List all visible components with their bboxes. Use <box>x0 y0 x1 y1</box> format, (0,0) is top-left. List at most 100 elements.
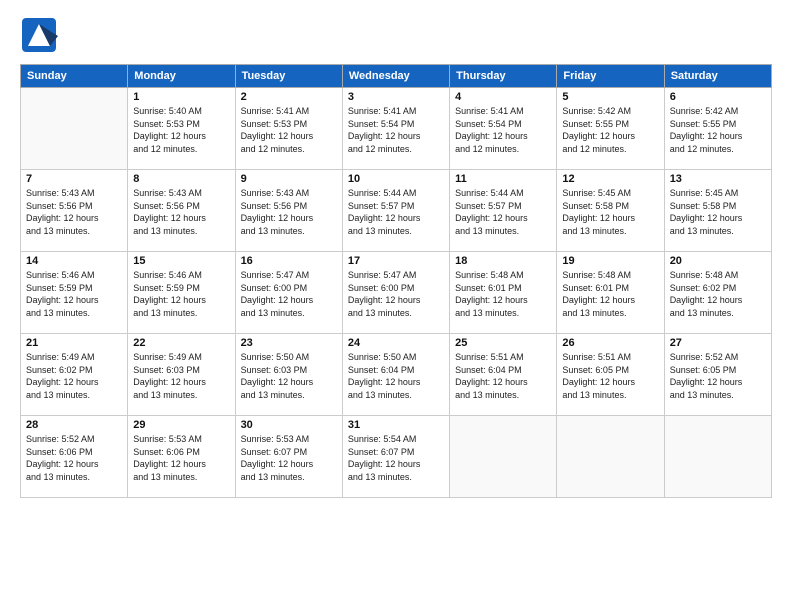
weekday-header-monday: Monday <box>128 65 235 88</box>
day-info: Sunrise: 5:49 AM Sunset: 6:02 PM Dayligh… <box>26 351 122 401</box>
weekday-header-wednesday: Wednesday <box>342 65 449 88</box>
day-info: Sunrise: 5:41 AM Sunset: 5:53 PM Dayligh… <box>241 105 337 155</box>
calendar-cell: 19 Sunrise: 5:48 AM Sunset: 6:01 PM Dayli… <box>557 252 664 334</box>
calendar-cell <box>557 416 664 498</box>
calendar-cell: 4 Sunrise: 5:41 AM Sunset: 5:54 PM Daylig… <box>450 88 557 170</box>
calendar-table: SundayMondayTuesdayWednesdayThursdayFrid… <box>20 64 772 498</box>
calendar-cell: 14 Sunrise: 5:46 AM Sunset: 5:59 PM Dayli… <box>21 252 128 334</box>
day-number: 5 <box>562 91 658 103</box>
calendar-cell: 25Sunrise: 5:51 AM Sunset: 6:04 PM Dayli… <box>450 334 557 416</box>
page-container: SundayMondayTuesdayWednesdayThursdayFrid… <box>0 0 792 508</box>
day-info: Sunrise: 5:41 AM Sunset: 5:54 PM Dayligh… <box>348 105 444 155</box>
calendar-cell: 18 Sunrise: 5:48 AM Sunset: 6:01 PM Dayli… <box>450 252 557 334</box>
day-info: Sunrise: 5:48 AM Sunset: 6:02 PM Dayligh… <box>670 269 766 319</box>
calendar-cell: 16 Sunrise: 5:47 AM Sunset: 6:00 PM Dayli… <box>235 252 342 334</box>
logo <box>20 16 62 54</box>
calendar-cell: 20 Sunrise: 5:48 AM Sunset: 6:02 PM Dayli… <box>664 252 771 334</box>
day-number: 3 <box>348 91 444 103</box>
logo-icon <box>20 16 58 54</box>
day-info: Sunrise: 5:47 AM Sunset: 6:00 PM Dayligh… <box>241 269 337 319</box>
day-number: 14 <box>26 255 122 267</box>
day-info: Sunrise: 5:48 AM Sunset: 6:01 PM Dayligh… <box>562 269 658 319</box>
calendar-cell: 29 Sunrise: 5:53 AM Sunset: 6:06 PM Dayli… <box>128 416 235 498</box>
day-info: Sunrise: 5:52 AM Sunset: 6:06 PM Dayligh… <box>26 433 122 483</box>
day-number: 16 <box>241 255 337 267</box>
weekday-header-row: SundayMondayTuesdayWednesdayThursdayFrid… <box>21 65 772 88</box>
weekday-header-thursday: Thursday <box>450 65 557 88</box>
calendar-cell: 11Sunrise: 5:44 AM Sunset: 5:57 PM Dayli… <box>450 170 557 252</box>
day-info: Sunrise: 5:47 AM Sunset: 6:00 PM Dayligh… <box>348 269 444 319</box>
day-info: Sunrise: 5:42 AM Sunset: 5:55 PM Dayligh… <box>562 105 658 155</box>
calendar-cell: 13 Sunrise: 5:45 AM Sunset: 5:58 PM Dayli… <box>664 170 771 252</box>
day-number: 18 <box>455 255 551 267</box>
day-info: Sunrise: 5:50 AM Sunset: 6:04 PM Dayligh… <box>348 351 444 401</box>
calendar-cell: 15Sunrise: 5:46 AM Sunset: 5:59 PM Dayli… <box>128 252 235 334</box>
day-info: Sunrise: 5:41 AM Sunset: 5:54 PM Dayligh… <box>455 105 551 155</box>
day-info: Sunrise: 5:51 AM Sunset: 6:05 PM Dayligh… <box>562 351 658 401</box>
day-info: Sunrise: 5:43 AM Sunset: 5:56 PM Dayligh… <box>241 187 337 237</box>
day-info: Sunrise: 5:53 AM Sunset: 6:07 PM Dayligh… <box>241 433 337 483</box>
weekday-header-sunday: Sunday <box>21 65 128 88</box>
calendar-week-5: 28 Sunrise: 5:52 AM Sunset: 6:06 PM Dayli… <box>21 416 772 498</box>
calendar-cell: 21 Sunrise: 5:49 AM Sunset: 6:02 PM Dayli… <box>21 334 128 416</box>
calendar-cell: 12 Sunrise: 5:45 AM Sunset: 5:58 PM Dayli… <box>557 170 664 252</box>
day-number: 24 <box>348 337 444 349</box>
day-number: 12 <box>562 173 658 185</box>
day-info: Sunrise: 5:43 AM Sunset: 5:56 PM Dayligh… <box>133 187 229 237</box>
day-number: 31 <box>348 419 444 431</box>
day-info: Sunrise: 5:52 AM Sunset: 6:05 PM Dayligh… <box>670 351 766 401</box>
calendar-cell: 5 Sunrise: 5:42 AM Sunset: 5:55 PM Daylig… <box>557 88 664 170</box>
day-number: 2 <box>241 91 337 103</box>
header <box>20 16 772 54</box>
day-number: 13 <box>670 173 766 185</box>
day-number: 6 <box>670 91 766 103</box>
calendar-week-4: 21 Sunrise: 5:49 AM Sunset: 6:02 PM Dayli… <box>21 334 772 416</box>
calendar-cell: 3 Sunrise: 5:41 AM Sunset: 5:54 PM Daylig… <box>342 88 449 170</box>
day-number: 15 <box>133 255 229 267</box>
day-number: 10 <box>348 173 444 185</box>
calendar-cell: 1Sunrise: 5:40 AM Sunset: 5:53 PM Daylig… <box>128 88 235 170</box>
day-number: 9 <box>241 173 337 185</box>
day-info: Sunrise: 5:44 AM Sunset: 5:57 PM Dayligh… <box>455 187 551 237</box>
weekday-header-saturday: Saturday <box>664 65 771 88</box>
day-info: Sunrise: 5:49 AM Sunset: 6:03 PM Dayligh… <box>133 351 229 401</box>
day-number: 21 <box>26 337 122 349</box>
day-number: 23 <box>241 337 337 349</box>
calendar-cell: 30 Sunrise: 5:53 AM Sunset: 6:07 PM Dayli… <box>235 416 342 498</box>
day-info: Sunrise: 5:53 AM Sunset: 6:06 PM Dayligh… <box>133 433 229 483</box>
day-info: Sunrise: 5:40 AM Sunset: 5:53 PM Dayligh… <box>133 105 229 155</box>
calendar-cell: 26Sunrise: 5:51 AM Sunset: 6:05 PM Dayli… <box>557 334 664 416</box>
calendar-cell: 22 Sunrise: 5:49 AM Sunset: 6:03 PM Dayli… <box>128 334 235 416</box>
calendar-cell: 6 Sunrise: 5:42 AM Sunset: 5:55 PM Daylig… <box>664 88 771 170</box>
day-number: 7 <box>26 173 122 185</box>
day-number: 28 <box>26 419 122 431</box>
calendar-cell: 17Sunrise: 5:47 AM Sunset: 6:00 PM Dayli… <box>342 252 449 334</box>
calendar-cell: 9 Sunrise: 5:43 AM Sunset: 5:56 PM Daylig… <box>235 170 342 252</box>
calendar-cell <box>450 416 557 498</box>
day-info: Sunrise: 5:45 AM Sunset: 5:58 PM Dayligh… <box>670 187 766 237</box>
day-info: Sunrise: 5:50 AM Sunset: 6:03 PM Dayligh… <box>241 351 337 401</box>
day-number: 4 <box>455 91 551 103</box>
calendar-week-2: 7 Sunrise: 5:43 AM Sunset: 5:56 PM Daylig… <box>21 170 772 252</box>
calendar-cell: 7 Sunrise: 5:43 AM Sunset: 5:56 PM Daylig… <box>21 170 128 252</box>
calendar-cell: 2 Sunrise: 5:41 AM Sunset: 5:53 PM Daylig… <box>235 88 342 170</box>
day-number: 30 <box>241 419 337 431</box>
calendar-cell: 31Sunrise: 5:54 AM Sunset: 6:07 PM Dayli… <box>342 416 449 498</box>
day-info: Sunrise: 5:48 AM Sunset: 6:01 PM Dayligh… <box>455 269 551 319</box>
day-number: 27 <box>670 337 766 349</box>
calendar-cell: 28 Sunrise: 5:52 AM Sunset: 6:06 PM Dayli… <box>21 416 128 498</box>
day-number: 19 <box>562 255 658 267</box>
calendar-cell: 10Sunrise: 5:44 AM Sunset: 5:57 PM Dayli… <box>342 170 449 252</box>
calendar-cell <box>21 88 128 170</box>
day-info: Sunrise: 5:43 AM Sunset: 5:56 PM Dayligh… <box>26 187 122 237</box>
calendar-cell: 23 Sunrise: 5:50 AM Sunset: 6:03 PM Dayli… <box>235 334 342 416</box>
day-number: 22 <box>133 337 229 349</box>
day-info: Sunrise: 5:51 AM Sunset: 6:04 PM Dayligh… <box>455 351 551 401</box>
day-number: 20 <box>670 255 766 267</box>
weekday-header-tuesday: Tuesday <box>235 65 342 88</box>
day-number: 29 <box>133 419 229 431</box>
day-info: Sunrise: 5:45 AM Sunset: 5:58 PM Dayligh… <box>562 187 658 237</box>
calendar-cell: 8Sunrise: 5:43 AM Sunset: 5:56 PM Daylig… <box>128 170 235 252</box>
day-info: Sunrise: 5:42 AM Sunset: 5:55 PM Dayligh… <box>670 105 766 155</box>
day-info: Sunrise: 5:46 AM Sunset: 5:59 PM Dayligh… <box>26 269 122 319</box>
